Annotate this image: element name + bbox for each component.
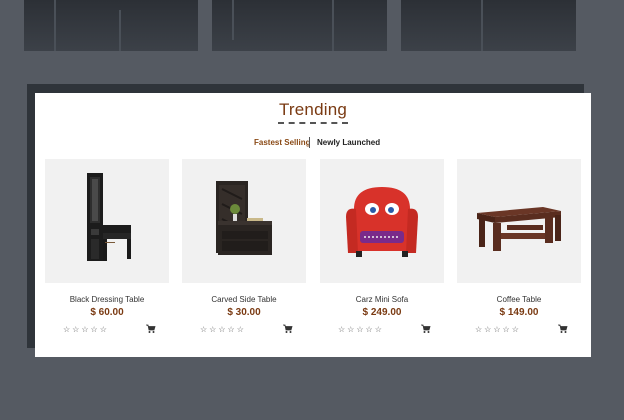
banner-image-1[interactable] <box>24 0 198 51</box>
product-name[interactable]: Carved Side Table <box>182 295 306 304</box>
top-banner-row <box>0 0 624 52</box>
trending-panel: Trending Fastest Selling Newly Launched … <box>35 93 591 357</box>
cart-icon[interactable] <box>421 324 431 334</box>
section-title: Trending <box>278 100 348 119</box>
product-price: $ 60.00 <box>90 307 124 318</box>
rating-stars[interactable]: ☆☆☆☆☆ <box>338 325 384 334</box>
banner-image-3[interactable] <box>401 0 576 51</box>
cart-icon[interactable] <box>146 324 156 334</box>
tab-newly-launched[interactable]: Newly Launched <box>317 138 380 147</box>
product-name[interactable]: Black Dressing Table <box>45 295 169 304</box>
product-price: $ 30.00 <box>227 307 261 318</box>
product-card[interactable]: Carz Mini Sofa $ 249.00 ☆☆☆☆☆ <box>320 159 444 334</box>
rating-stars[interactable]: ☆☆☆☆☆ <box>63 325 109 334</box>
product-image[interactable] <box>457 159 581 283</box>
dressing-table-icon <box>87 173 131 261</box>
product-image[interactable] <box>45 159 169 283</box>
product-image[interactable] <box>320 159 444 283</box>
product-card[interactable]: Carved Side Table $ 30.00 ☆☆☆☆☆ <box>182 159 306 334</box>
kids-sofa-icon <box>346 187 418 257</box>
title-underline <box>278 122 348 124</box>
cart-icon[interactable] <box>558 324 568 334</box>
product-image[interactable] <box>182 159 306 283</box>
product-price: $ 149.00 <box>499 307 539 318</box>
tab-fastest-selling[interactable]: Fastest Selling <box>254 138 310 147</box>
product-name[interactable]: Carz Mini Sofa <box>320 295 444 304</box>
product-card[interactable]: Black Dressing Table $ 60.00 ☆☆☆☆☆ <box>45 159 169 334</box>
rating-stars[interactable]: ☆☆☆☆☆ <box>200 325 246 334</box>
banner-image-2[interactable] <box>212 0 387 51</box>
product-price: $ 249.00 <box>362 307 402 318</box>
rating-stars[interactable]: ☆☆☆☆☆ <box>475 325 521 334</box>
cart-icon[interactable] <box>283 324 293 334</box>
tab-divider <box>309 137 310 148</box>
product-card[interactable]: Coffee Table $ 149.00 ☆☆☆☆☆ <box>457 159 581 334</box>
coffee-table-icon <box>477 207 561 251</box>
tab-bar: Fastest Selling Newly Launched <box>35 137 591 150</box>
side-table-icon <box>216 181 272 255</box>
product-name[interactable]: Coffee Table <box>457 295 581 304</box>
